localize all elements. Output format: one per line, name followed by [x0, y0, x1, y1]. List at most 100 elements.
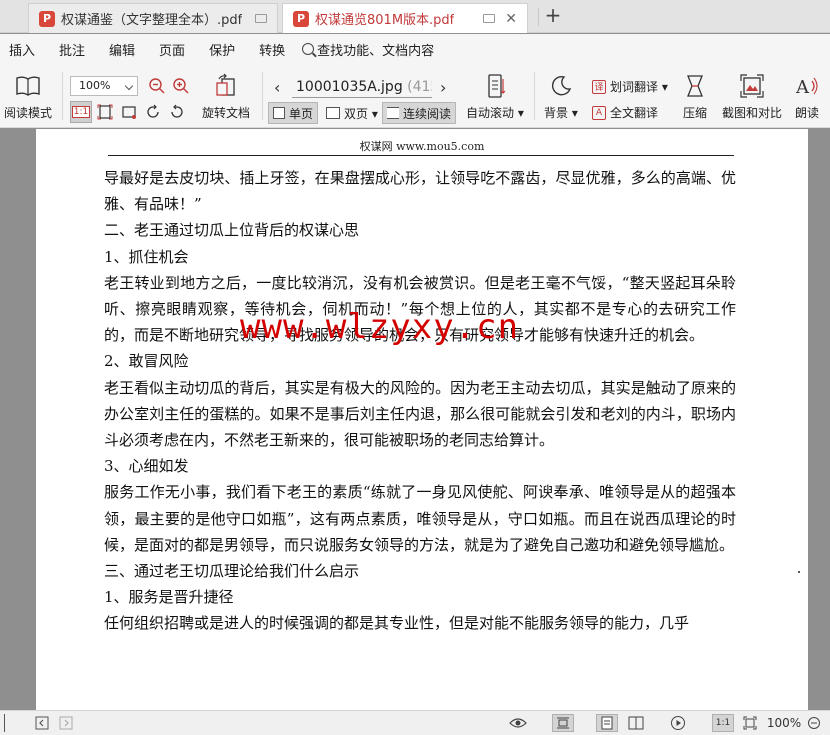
zoom-select[interactable]: 100% [70, 76, 138, 96]
fit-page-icon [97, 104, 113, 120]
read-mode-button[interactable]: 阅读模式 [4, 72, 52, 121]
tab-label: 权谋通鉴（文字整理全本）.pdf [61, 13, 243, 28]
next-page-icon [59, 716, 73, 730]
fit-width-button[interactable] [118, 101, 140, 123]
tab-document-1[interactable]: P 权谋通鉴（文字整理全本）.pdf [28, 3, 278, 33]
close-icon[interactable]: ✕ [505, 11, 517, 27]
file-name-field[interactable]: 10001035A.jpg (415 [292, 76, 432, 98]
zoom-out-icon [149, 78, 165, 94]
rotate-document-label: 旋转文档 [202, 106, 251, 120]
zoom-in-icon [173, 78, 189, 94]
monitor-icon[interactable] [255, 14, 267, 23]
double-page-view-button[interactable] [626, 714, 646, 732]
previous-page-button[interactable] [34, 714, 50, 732]
zoom-in-button[interactable] [170, 75, 192, 97]
actual-size-status-label: 1:1 [715, 718, 731, 728]
status-bar: 1:1 100% [0, 710, 830, 735]
read-mode-label: 阅读模式 [4, 106, 53, 120]
zoom-out-button[interactable] [146, 75, 168, 97]
actual-size-status-button[interactable]: 1:1 [712, 714, 734, 732]
continuous-read-button[interactable]: 连续阅读 [382, 102, 457, 124]
chevron-down-icon [124, 81, 134, 91]
full-translate-button[interactable]: A 全文翻译 [592, 104, 658, 121]
rotate-left-icon [147, 104, 159, 118]
zoom-out-status-button[interactable] [804, 714, 824, 732]
menu-edit[interactable]: 编辑 [109, 40, 135, 59]
tab-label: 权谋通览801M版本.pdf [315, 13, 455, 28]
new-tab-button[interactable]: + [542, 5, 564, 27]
file-name: 10001035A.jpg [296, 79, 403, 95]
menu-page[interactable]: 页面 [159, 40, 185, 59]
screenshot-compare-label: 截图和对比 [722, 106, 783, 120]
compress-button[interactable]: 压缩 [683, 72, 707, 121]
menu-insert[interactable]: 插入 [9, 40, 35, 59]
single-page-view-button[interactable] [596, 714, 618, 732]
translate-icon: 译 [592, 79, 606, 94]
page-header: 权谋网 www.mou5.com [359, 140, 485, 153]
auto-scroll-button[interactable]: 自动滚动 ▾ [466, 72, 524, 121]
document-viewport[interactable]: 权谋网 www.mou5.com 导最好是去皮切块、插上牙签，在果盘摆成心形，让… [0, 129, 830, 710]
sidebar-toggle-icon[interactable] [4, 714, 10, 732]
rotate-right-button[interactable] [166, 101, 188, 123]
menu-annotate[interactable]: 批注 [59, 40, 85, 59]
tab-document-2[interactable]: P 权谋通览801M版本.pdf ✕ [282, 3, 528, 33]
subsection-heading: 3、心细如发 [104, 457, 189, 476]
moon-icon [549, 72, 573, 100]
continuous-view-icon [557, 717, 569, 729]
read-aloud-icon: A [794, 72, 820, 100]
fit-page-status-button[interactable] [740, 714, 760, 732]
play-icon [671, 716, 685, 730]
double-page-view-icon [628, 716, 644, 730]
menu-convert[interactable]: 转换 [259, 40, 285, 59]
continuous-read-icon [387, 107, 399, 119]
section-heading: 二、老王通过切瓜上位背后的权谋心思 [104, 221, 360, 240]
fit-width-icon [122, 106, 136, 119]
single-page-view-icon [601, 716, 613, 730]
single-page-label: 单页 [289, 106, 314, 121]
previous-file-button[interactable]: ‹ [274, 78, 280, 97]
file-count: (415 [407, 79, 432, 95]
rotate-left-button[interactable] [142, 101, 164, 123]
page-body: 导最好是去皮切块、插上牙签，在果盘摆成心形，让领导吃不露齿，尽显优雅，多么的高端… [104, 165, 736, 637]
read-aloud-label: 朗读 [794, 106, 819, 120]
header-rule [108, 155, 734, 156]
subsection-heading: 2、敢冒风险 [104, 352, 189, 371]
monitor-icon[interactable] [483, 14, 496, 23]
actual-size-button[interactable]: 1:1 [70, 101, 92, 123]
auto-scroll-label: 自动滚动 ▾ [466, 106, 524, 120]
next-file-button[interactable]: › [440, 78, 446, 97]
background-button[interactable]: 背景 ▾ [544, 72, 578, 121]
continuous-view-button[interactable] [552, 714, 574, 732]
zoom-out-status-icon [808, 717, 820, 729]
word-translate-button[interactable]: 译 划词翻译 ▾ [592, 78, 668, 95]
function-search[interactable]: 查找功能、文档内容 [302, 40, 434, 59]
divider [538, 8, 539, 26]
previous-page-icon [35, 716, 49, 730]
divider [534, 72, 535, 120]
divider [262, 72, 263, 120]
paragraph: 任何组织招聘或是进人的时候强调的都是其专业性，但是对能不能服务领导的能力，几乎 [104, 614, 690, 633]
eye-icon [509, 718, 527, 728]
menu-protect[interactable]: 保护 [209, 40, 235, 59]
double-page-icon [326, 107, 340, 119]
pdf-icon: P [39, 10, 55, 27]
double-page-button[interactable]: 双页 ▾ [322, 102, 382, 124]
screenshot-icon [739, 72, 765, 100]
search-label: 查找功能、文档内容 [317, 43, 435, 59]
eye-protection-button[interactable] [508, 714, 528, 732]
fit-page-status-icon [743, 716, 757, 730]
continuous-read-label: 连续阅读 [403, 106, 452, 121]
single-page-icon [273, 107, 285, 119]
next-page-button[interactable] [58, 714, 74, 732]
compress-label: 压缩 [683, 106, 708, 120]
single-page-button[interactable]: 单页 [268, 102, 319, 124]
play-button[interactable] [668, 714, 688, 732]
screenshot-compare-button[interactable]: 截图和对比 [722, 72, 782, 121]
read-aloud-button[interactable]: A 朗读 [794, 72, 820, 121]
rotate-document-button[interactable]: 旋转文档 [202, 72, 250, 121]
compress-icon [683, 72, 707, 100]
fit-page-button[interactable] [94, 101, 116, 123]
tab-bar: P 权谋通鉴（文字整理全本）.pdf P 权谋通览801M版本.pdf ✕ + [0, 0, 830, 33]
zoom-value: 100% [79, 79, 111, 92]
status-zoom-value[interactable]: 100% [767, 714, 801, 732]
